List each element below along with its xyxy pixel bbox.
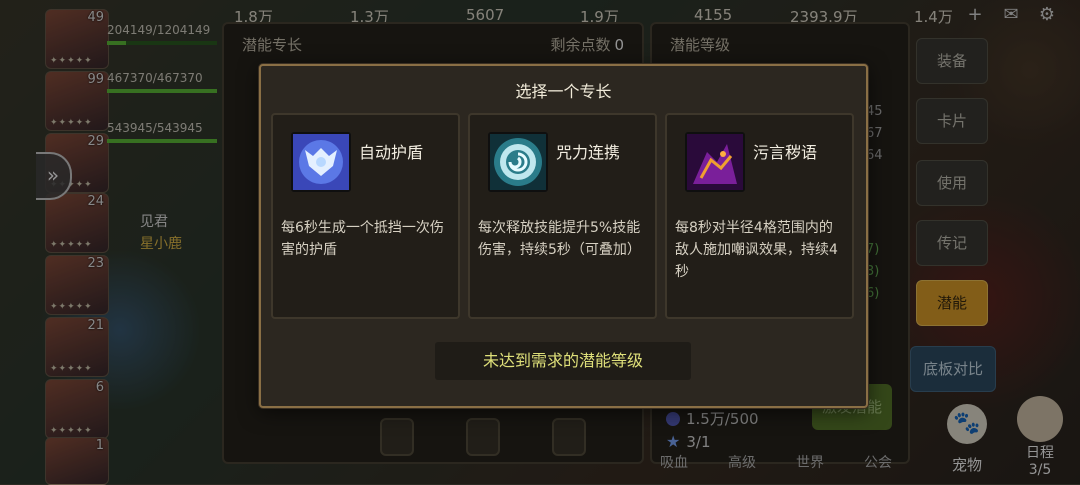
shield-wings-icon [291, 132, 351, 192]
skill-description: 每8秒对半径4格范围内的敌人施加嘲讽效果，持续4秒 [675, 220, 838, 280]
skill-name: 咒力连携 [556, 143, 621, 162]
skill-card[interactable]: 自动护盾 每6秒生成一个抵挡一次伤害的护盾 [271, 113, 460, 319]
requirement-notice: 未达到需求的潜能等级 [435, 342, 691, 380]
dark-beast-icon [685, 132, 745, 192]
skill-card[interactable]: 咒力连携 每次释放技能提升5%技能伤害，持续5秒（可叠加） [468, 113, 657, 319]
skill-name: 自动护盾 [359, 143, 424, 162]
skill-description: 每次释放技能提升5%技能伤害，持续5秒（可叠加） [478, 220, 641, 258]
dialog-title: 选择一个专长 [515, 82, 612, 101]
skill-card[interactable]: 污言秽语 每8秒对半径4格范围内的敌人施加嘲讽效果，持续4秒 [665, 113, 854, 319]
skill-description: 每6秒生成一个抵挡一次伤害的护盾 [281, 220, 444, 258]
select-specialty-dialog: 选择一个专长 自动护盾 每6秒生成一个抵挡一次伤害的护盾 咒力连携 每次释放技能… [259, 64, 868, 408]
spiral-rune-icon [488, 132, 548, 192]
skill-name: 污言秽语 [753, 143, 818, 162]
